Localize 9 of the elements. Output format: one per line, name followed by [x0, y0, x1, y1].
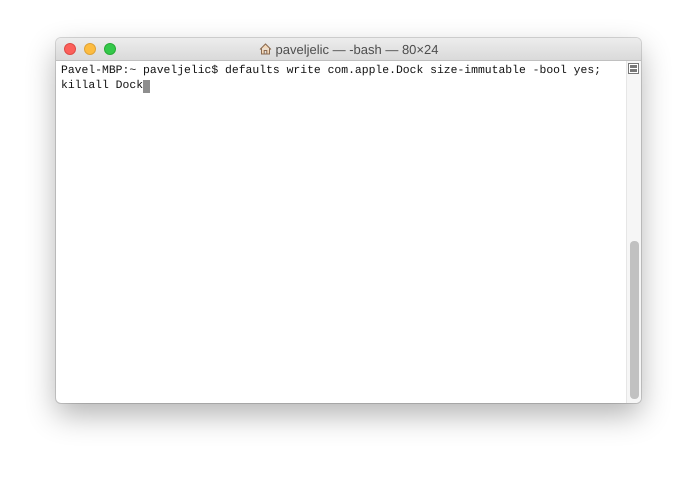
terminal-line: Pavel-MBP:~ paveljelic$ defaults write com.apple.Dock size-immutable -bool yes;: [61, 64, 602, 79]
house-icon: [258, 43, 272, 55]
window-title: paveljelic — -bash — 80×24: [276, 42, 438, 56]
split-pane-icon[interactable]: [628, 63, 639, 74]
zoom-button[interactable]: [104, 43, 116, 55]
close-button[interactable]: [64, 43, 76, 55]
terminal-line: killall Dock: [61, 79, 144, 94]
minimize-button[interactable]: [84, 43, 96, 55]
scrollbar-thumb[interactable]: [630, 241, 639, 399]
